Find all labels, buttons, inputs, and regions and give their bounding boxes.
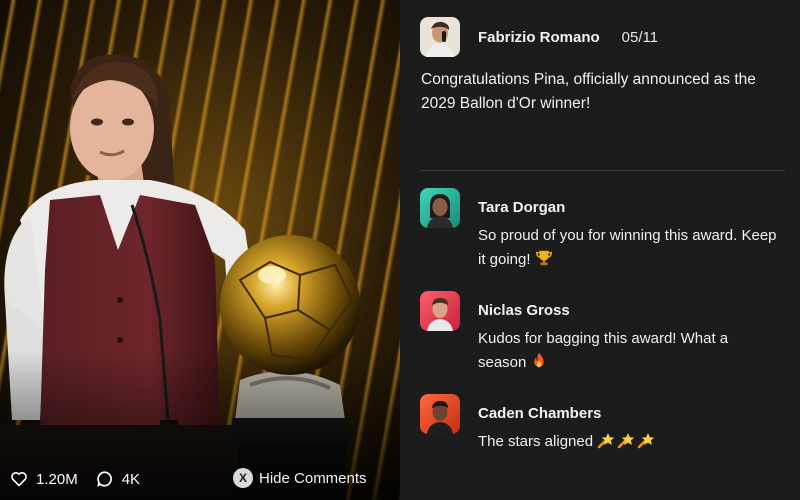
likes-count: 1.20M: [36, 470, 78, 488]
hide-comments-button[interactable]: X Hide Comments: [233, 468, 367, 488]
x-button-icon: X: [233, 468, 253, 488]
heart-icon: [11, 472, 27, 487]
commenter-name[interactable]: Niclas Gross: [478, 299, 778, 323]
fire-icon: [533, 352, 544, 368]
commenter-avatar[interactable]: [420, 188, 460, 228]
commenter-avatar[interactable]: [420, 394, 460, 434]
author-avatar[interactable]: [420, 17, 460, 57]
comment-text-content: Kudos for bagging this award! What a sea…: [478, 330, 729, 371]
comment-text: So proud of you for winning this award. …: [478, 224, 778, 272]
comments-count: 4K: [121, 470, 141, 488]
likes-stat[interactable]: 1.20M: [10, 471, 78, 488]
comments-panel: Fabrizio Romano 05/11 Congratulations Pi…: [400, 0, 800, 500]
comments-stat[interactable]: 4K: [96, 470, 140, 488]
comment-item: Caden Chambers The stars aligned: [420, 394, 778, 454]
post-stats: 1.20M 4K: [10, 470, 158, 488]
post-author[interactable]: Fabrizio Romano: [478, 29, 600, 46]
hide-comments-label: Hide Comments: [259, 469, 367, 487]
post-header: Fabrizio Romano 05/11: [420, 17, 658, 57]
comment-item: Tara Dorgan So proud of you for winning …: [420, 188, 778, 272]
comment-text: The stars aligned: [478, 430, 778, 454]
comment-text: Kudos for bagging this award! What a sea…: [478, 327, 778, 375]
post-date: 05/11: [621, 28, 659, 46]
comment-bubble-icon: [96, 471, 112, 487]
post-image: 1.20M 4K X Hide Comments: [0, 0, 400, 500]
commenter-avatar[interactable]: [420, 291, 460, 331]
award-ceremony-illustration: [0, 54, 360, 500]
comment-text-content: So proud of you for winning this award. …: [478, 227, 777, 268]
comment-text-content: The stars aligned: [478, 433, 594, 450]
post-text: Congratulations Pina, officially announc…: [421, 71, 756, 112]
trophy-icon: [535, 250, 552, 266]
shooting-star-icon: [598, 433, 655, 449]
divider: [420, 170, 785, 171]
comment-item: Niclas Gross Kudos for bagging this awar…: [420, 291, 778, 375]
commenter-name[interactable]: Tara Dorgan: [478, 196, 778, 220]
commenter-name[interactable]: Caden Chambers: [478, 402, 778, 426]
